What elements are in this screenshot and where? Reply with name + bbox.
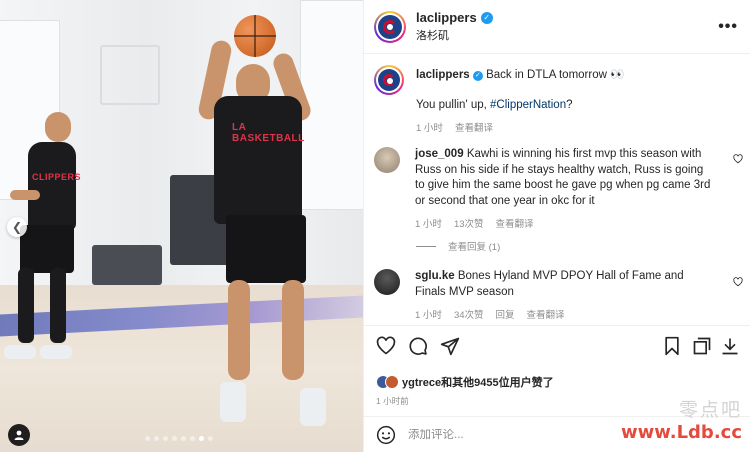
comment-translate-link[interactable]: 查看翻译 [527,307,565,321]
clippers-logo [378,69,400,91]
previous-photo-button[interactable]: ❮ [7,217,27,237]
bookmark-icon[interactable] [662,336,682,356]
commenter-username[interactable]: jose_009 [415,148,464,160]
caption-username[interactable]: laclippers [416,69,470,81]
comment: sglu.ke Bones Hyland MVP DPOY Hall of Fa… [374,269,715,321]
comment-icon[interactable] [408,336,428,356]
user-icon [14,430,24,440]
download-icon[interactable] [720,336,740,356]
backboard [100,45,160,105]
hashtag-link[interactable]: #ClipperNation [490,99,566,111]
send-icon[interactable] [440,336,460,356]
comment-text: Bones Hyland MVP DPOY Hall of Fame and F… [415,270,684,298]
comment-like-heart-icon[interactable] [733,277,743,287]
post-timestamp: 1 小时前 [376,396,409,406]
tagged-users-button[interactable] [8,424,30,446]
verified-badge-icon: ✓ [480,11,493,24]
comment: jose_009 Kawhi is winning his first mvp … [374,147,715,230]
comments-list: laclippers ✓ Back in DTLA tomorrow 👀 You… [364,55,750,325]
basketball [234,15,276,57]
reply-button[interactable]: 回复 [496,307,515,321]
heart-icon[interactable] [376,336,396,356]
author-avatar[interactable] [374,10,406,43]
caption: laclippers ✓ Back in DTLA tomorrow 👀 You… [374,65,716,134]
expand-icon[interactable] [692,336,712,356]
post-header: laclippers ✓ 洛杉矶 ••• [364,0,750,54]
instagram-post-view: CLIPPERS LA BASKETBALL ❮ laclippers ✓ 洛杉… [0,0,750,452]
comment-translate-link[interactable]: 查看翻译 [496,216,534,230]
caption-text: Back in DTLA tomorrow 👀 [486,69,625,81]
comment-likes[interactable]: 13次赞 [454,216,484,230]
verified-badge-icon: ✓ [472,70,483,81]
post-sidebar: laclippers ✓ 洛杉矶 ••• laclippers ✓ Back i… [363,0,750,452]
chevron-left-icon: ❮ [11,220,23,234]
likes-summary[interactable]: ygtrece和其他9455位用户赞了 [376,374,554,390]
comment-time: 1 小时 [415,219,442,230]
comment-time: 1 小时 [415,310,442,321]
emoji-icon[interactable] [376,425,396,445]
liker-avatar [385,375,399,389]
comment-likes[interactable]: 34次赞 [454,307,484,321]
more-options-icon[interactable]: ••• [718,18,738,36]
clippers-logo [378,14,402,39]
author-username[interactable]: laclippers [416,10,477,25]
comment-like-heart-icon[interactable] [733,154,743,164]
caption-translate-link[interactable]: 查看翻译 [455,120,493,134]
site-watermark: 零点吧 www.Ldb.cc [621,399,742,443]
commenter-avatar[interactable] [374,147,400,173]
caption-avatar[interactable] [374,65,404,95]
action-bar [364,325,750,365]
view-replies-button[interactable]: 查看回复 (1) [416,239,500,253]
post-location[interactable]: 洛杉矶 [416,27,493,43]
carousel-indicator [145,436,213,441]
commenter-username[interactable]: sglu.ke [415,270,455,282]
post-photo[interactable]: CLIPPERS LA BASKETBALL ❮ [0,0,363,452]
caption-time: 1 小时 [416,123,443,134]
commenter-avatar[interactable] [374,269,400,295]
